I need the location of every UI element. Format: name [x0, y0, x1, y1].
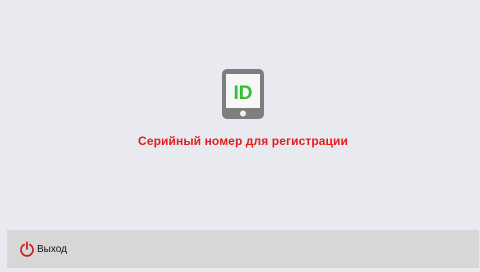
tablet-id-icon: ID [222, 69, 264, 119]
serial-number-label: Серийный номер для регистрации [138, 134, 348, 148]
footer-bar: Выход [7, 230, 479, 268]
exit-button[interactable]: Выход [19, 240, 67, 258]
id-badge-text: ID [234, 83, 253, 104]
registration-screen: ID Серийный номер для регистрации Выход [0, 0, 480, 272]
power-icon [20, 241, 34, 257]
exit-label: Выход [37, 243, 67, 255]
